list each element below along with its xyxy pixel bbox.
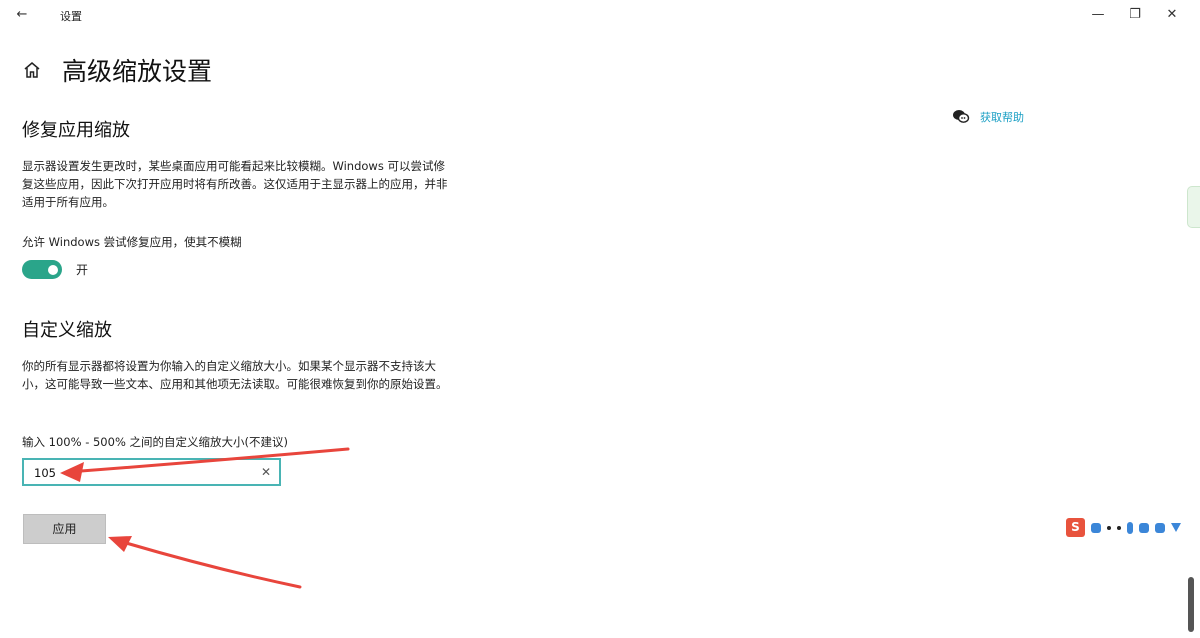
title-bar: ← 设置 — ❐ ✕ [0, 0, 1200, 30]
ime-dot-icon[interactable] [1117, 525, 1121, 530]
ime-emoji-icon[interactable] [1091, 522, 1101, 533]
custom-scaling-input[interactable] [34, 466, 234, 480]
scrollbar-thumb[interactable] [1188, 577, 1194, 632]
annotation-arrows [60, 447, 350, 589]
side-panel-tab[interactable] [1187, 186, 1200, 228]
ime-logo-icon[interactable]: S [1066, 518, 1085, 537]
clear-icon[interactable]: ✕ [261, 465, 271, 479]
fix-scaling-toggle-label: 允许 Windows 尝试修复应用，使其不模糊 [22, 235, 242, 249]
home-icon[interactable] [22, 60, 42, 80]
custom-scaling-input-label: 输入 100% - 500% 之间的自定义缩放大小(不建议) [22, 435, 288, 449]
toggle-state-label: 开 [76, 263, 89, 277]
page-title: 高级缩放设置 [62, 57, 213, 86]
help-chat-icon [952, 108, 970, 126]
ime-menu-icon[interactable] [1171, 523, 1181, 532]
custom-scaling-input-box[interactable]: ✕ [22, 458, 281, 486]
back-button[interactable]: ← [12, 6, 32, 24]
ime-mic-icon[interactable] [1127, 521, 1133, 534]
custom-scaling-description: 你的所有显示器都将设置为你输入的自定义缩放大小。如果某个显示器不支持该大小，这可… [22, 359, 448, 391]
get-help-link[interactable]: 获取帮助 [952, 108, 1024, 126]
custom-scaling-title: 自定义缩放 [22, 320, 112, 341]
window-title: 设置 [60, 10, 82, 23]
ime-punctuation-icon[interactable] [1107, 525, 1111, 530]
fix-scaling-title: 修复应用缩放 [22, 120, 130, 141]
ime-skin-icon[interactable] [1155, 522, 1165, 533]
maximize-button[interactable]: ❐ [1117, 4, 1153, 26]
ime-toolbar[interactable]: S [1066, 518, 1181, 537]
minimize-button[interactable]: — [1080, 4, 1116, 26]
fix-scaling-toggle[interactable] [22, 260, 62, 279]
close-button[interactable]: ✕ [1154, 4, 1190, 26]
annotation-arrow-apply [108, 536, 302, 589]
toggle-knob [48, 264, 58, 275]
ime-keyboard-icon[interactable] [1139, 522, 1149, 533]
apply-button[interactable]: 应用 [23, 514, 106, 544]
get-help-label[interactable]: 获取帮助 [980, 109, 1024, 125]
fix-scaling-description: 显示器设置发生更改时，某些桌面应用可能看起来比较模糊。Windows 可以尝试修… [22, 159, 448, 209]
